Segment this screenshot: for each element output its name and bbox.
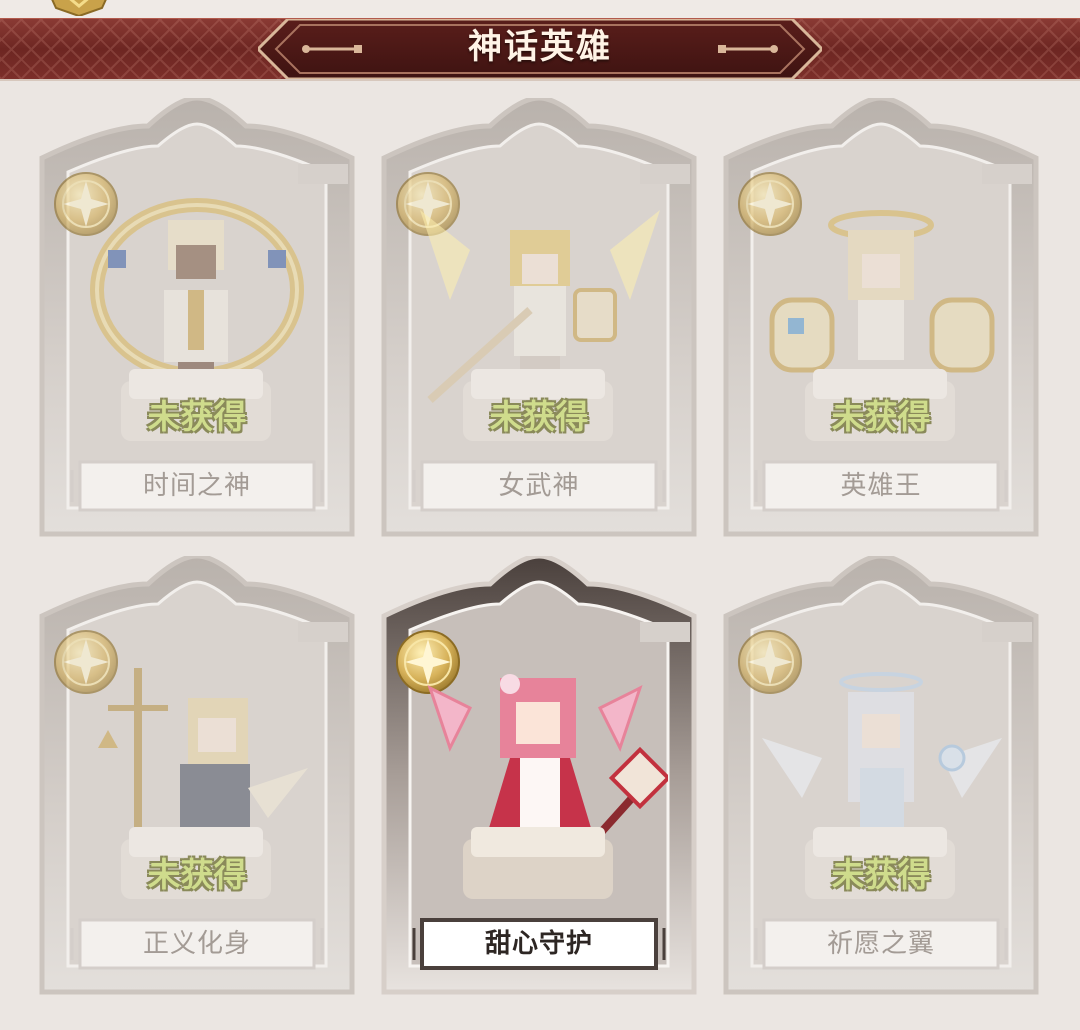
hero-status: 未获得 — [489, 397, 589, 436]
hero-card-time-god[interactable]: 未获得 时间之神 — [38, 98, 356, 538]
top-strip — [0, 0, 1080, 18]
hero-card-hero-king[interactable]: 未获得 英雄王 — [722, 98, 1040, 538]
hero-card-valkyrie[interactable]: 未获得 女武神 — [380, 98, 698, 538]
hero-status: 未获得 — [831, 855, 931, 894]
hero-name: 时间之神 — [142, 471, 251, 501]
hero-status: 未获得 — [147, 855, 247, 894]
page-title: 神话英雄 — [468, 27, 612, 67]
hero-status: 未获得 — [147, 397, 247, 436]
hero-name: 甜心守护 — [484, 929, 593, 959]
hero-name: 正义化身 — [142, 929, 251, 959]
crown-badge-icon — [51, 0, 107, 16]
pedestal — [463, 827, 613, 899]
hero-card-wish-wings[interactable]: 未获得 祈愿之翼 — [722, 556, 1040, 996]
hero-card-justice[interactable]: 未获得 正义化身 — [38, 556, 356, 996]
hero-name: 女武神 — [498, 471, 580, 501]
hero-name: 英雄王 — [840, 471, 922, 501]
hero-card-sweetheart-guardian[interactable]: 甜心守护 — [380, 556, 698, 996]
hero-status: 未获得 — [831, 397, 931, 436]
hero-name: 祈愿之翼 — [826, 929, 935, 959]
